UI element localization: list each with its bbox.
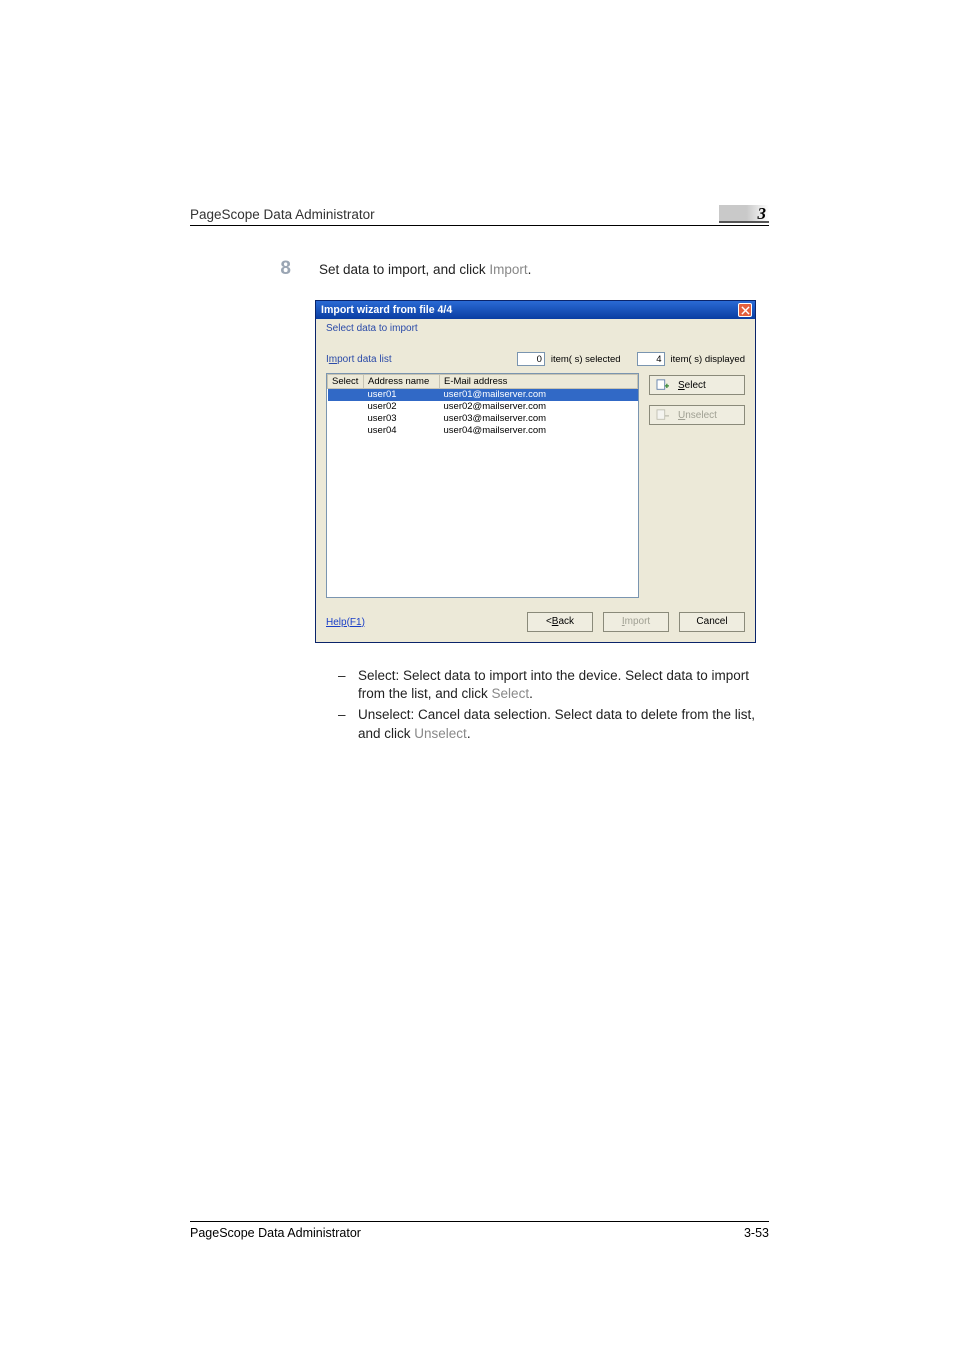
document-add-icon — [656, 379, 670, 391]
close-button[interactable] — [738, 303, 752, 317]
dialog-title: Import wizard from file 4/4 — [321, 304, 452, 316]
bullet-ref: Unselect — [414, 726, 467, 741]
import-list-label-u: m — [329, 354, 337, 365]
page-header: PageScope Data Administrator 3 — [190, 205, 769, 226]
import-list-label-post: port data list — [337, 354, 391, 365]
close-icon — [741, 306, 750, 315]
row-email: user02@mailserver.com — [440, 401, 638, 413]
step-text-prefix: Set data to import, and click — [319, 262, 489, 277]
table-row[interactable]: user04 user04@mailserver.com — [328, 425, 638, 437]
import-list-label: Import data list — [326, 354, 392, 365]
bullet-dash: – — [338, 706, 358, 742]
step-button-ref: Import — [489, 262, 527, 277]
document-remove-icon — [656, 409, 670, 421]
unselect-button-label: Unselect — [678, 410, 738, 421]
select-rest: elect — [685, 380, 706, 391]
dialog-titlebar: Import wizard from file 4/4 — [316, 301, 755, 319]
bullet-item: – Select: Select data to import into the… — [338, 667, 769, 703]
bullet-dash: – — [338, 667, 358, 703]
step-text-suffix: . — [528, 262, 532, 277]
back-button[interactable]: <Back — [527, 612, 593, 632]
step-number: 8 — [275, 258, 291, 280]
table-row[interactable]: user03 user03@mailserver.com — [328, 413, 638, 425]
row-email: user01@mailserver.com — [440, 389, 638, 401]
back-rest: ack — [558, 616, 574, 627]
step-text: Set data to import, and click Import. — [319, 262, 531, 277]
unselect-rest: nselect — [685, 410, 717, 421]
bullet-suffix: . — [529, 686, 533, 701]
col-select-header[interactable]: Select — [328, 375, 364, 389]
unselect-button: Unselect — [649, 405, 745, 425]
footer-right: 3-53 — [744, 1226, 769, 1240]
import-data-table[interactable]: Select Address name E-Mail address user0… — [326, 373, 639, 598]
bullet-list: – Select: Select data to import into the… — [338, 667, 769, 743]
select-button-label: Select — [678, 380, 738, 391]
footer-left: PageScope Data Administrator — [190, 1226, 361, 1240]
bullet-ref: Select — [492, 686, 530, 701]
col-name-header[interactable]: Address name — [364, 375, 440, 389]
counts-row: Import data list 0 item( s) selected 4 i… — [326, 352, 745, 366]
bullet-suffix: . — [467, 726, 471, 741]
row-name: user03 — [364, 413, 440, 425]
table-row[interactable]: user01 user01@mailserver.com — [328, 389, 638, 401]
select-u: S — [678, 380, 685, 391]
row-email: user04@mailserver.com — [440, 425, 638, 437]
import-button: Import — [603, 612, 669, 632]
help-link[interactable]: Help(F1) — [326, 617, 365, 628]
selected-count-label: item( s) selected — [551, 354, 621, 365]
chapter-number: 3 — [719, 205, 769, 223]
cancel-button[interactable]: Cancel — [679, 612, 745, 632]
header-title: PageScope Data Administrator — [190, 207, 375, 222]
select-button[interactable]: Select — [649, 375, 745, 395]
displayed-count-label: item( s) displayed — [671, 354, 745, 365]
page-footer: PageScope Data Administrator 3-53 — [190, 1221, 769, 1240]
import-rest: mport — [625, 616, 651, 627]
row-email: user03@mailserver.com — [440, 413, 638, 425]
selected-count: 0 — [517, 352, 545, 366]
col-email-header[interactable]: E-Mail address — [440, 375, 638, 389]
import-wizard-dialog: Import wizard from file 4/4 Select data … — [315, 300, 756, 643]
bullet-prefix: Select: Select data to import into the d… — [358, 668, 749, 701]
displayed-count: 4 — [637, 352, 665, 366]
row-name: user01 — [364, 389, 440, 401]
table-row[interactable]: user02 user02@mailserver.com — [328, 401, 638, 413]
step-row: 8 Set data to import, and click Import. — [275, 258, 769, 280]
dialog-subtitle: Select data to import — [326, 323, 745, 334]
table-header-row: Select Address name E-Mail address — [328, 375, 638, 389]
row-name: user04 — [364, 425, 440, 437]
bullet-item: – Unselect: Cancel data selection. Selec… — [338, 706, 769, 742]
row-name: user02 — [364, 401, 440, 413]
